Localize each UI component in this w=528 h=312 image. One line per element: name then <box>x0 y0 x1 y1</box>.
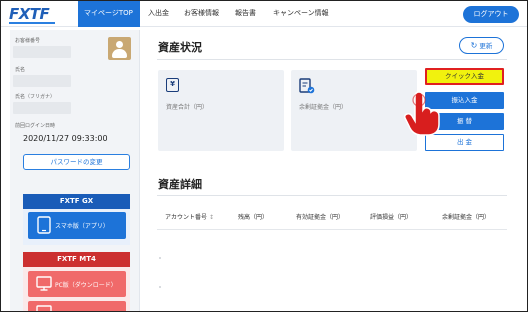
name-kana-label: 氏名（フリガナ） <box>15 94 56 100</box>
nav-mypage-top[interactable]: マイページTOP <box>84 8 133 18</box>
logo-underline <box>9 22 55 24</box>
change-password-button[interactable]: パスワードの変更 <box>23 154 130 170</box>
table-placeholder-dot <box>159 257 161 259</box>
column-balance: 残高（円） <box>238 214 269 221</box>
assets-section-title: 資産状況 <box>158 41 202 54</box>
document-check-icon <box>299 78 315 94</box>
refresh-label: 更新 <box>479 42 493 50</box>
monitor-icon <box>36 305 52 311</box>
gx-section-title: FXTF GX <box>23 194 130 209</box>
gx-app-label: スマホ版（アプリ） <box>55 223 109 230</box>
refresh-icon: ↻ <box>470 41 478 50</box>
fxtf-logo[interactable]: FXTF <box>9 5 50 23</box>
total-assets-label: 資産合計（円） <box>166 104 209 111</box>
column-effective-margin: 有効証拠金（円） <box>296 214 345 221</box>
last-login-value: 2020/11/27 09:33:00 <box>23 134 108 143</box>
assets-divider <box>157 59 507 60</box>
table-placeholder-dot <box>159 286 161 288</box>
monitor-icon <box>36 276 52 291</box>
mt4-pc-download-button[interactable]: PC版（ダウンロード） <box>28 271 126 297</box>
quick-deposit-button[interactable]: クイック入金 <box>425 68 504 85</box>
gx-app-button[interactable]: スマホ版（アプリ） <box>28 212 126 239</box>
yen-icon: ¥ <box>166 78 179 92</box>
details-section-title: 資産詳細 <box>158 178 202 191</box>
details-divider <box>157 195 507 196</box>
avatar-icon <box>108 37 131 60</box>
margin-label: 余剰証拠金（円） <box>299 104 348 111</box>
name-kana-value <box>13 102 71 114</box>
total-assets-card: ¥ 資産合計（円） <box>158 70 284 151</box>
name-value <box>13 75 71 87</box>
page-frame: FXTF マイページTOP 入出金 お客様情報 報告書 キャンペーン情報 ログア… <box>0 0 528 312</box>
logout-button[interactable]: ログアウト <box>463 6 519 23</box>
nav-deposit-withdraw[interactable]: 入出金 <box>148 8 169 18</box>
mt4-second-button[interactable] <box>28 301 126 311</box>
smartphone-icon <box>37 216 51 234</box>
nav-reports[interactable]: 報告書 <box>235 8 256 18</box>
nav-campaigns[interactable]: キャンペーン情報 <box>273 8 329 18</box>
sort-icon[interactable]: ↕ <box>209 214 214 221</box>
column-free-margin: 余剰証拠金（円） <box>442 214 491 221</box>
last-login-label: 前回ログイン日時 <box>15 123 56 129</box>
customer-id-label: お客様番号 <box>15 38 41 44</box>
column-unrealized-pl: 評価損益（円） <box>370 214 413 221</box>
mt4-section-title: FXTF MT4 <box>23 252 130 267</box>
customer-id-value <box>13 46 71 58</box>
margin-card: 余剰証拠金（円） <box>291 70 417 151</box>
top-header: FXTF マイページTOP 入出金 お客様情報 報告書 キャンペーン情報 ログア… <box>1 1 527 27</box>
nav-customer-info[interactable]: お客様情報 <box>184 8 219 18</box>
name-label: 氏名 <box>15 67 26 73</box>
pointing-hand-icon <box>404 91 440 136</box>
column-account-number[interactable]: アカウント番号 ↕ <box>165 212 214 221</box>
refresh-button[interactable]: ↻ 更新 <box>459 37 504 54</box>
table-header-divider <box>157 229 507 230</box>
mt4-pc-label: PC版（ダウンロード） <box>55 282 117 289</box>
